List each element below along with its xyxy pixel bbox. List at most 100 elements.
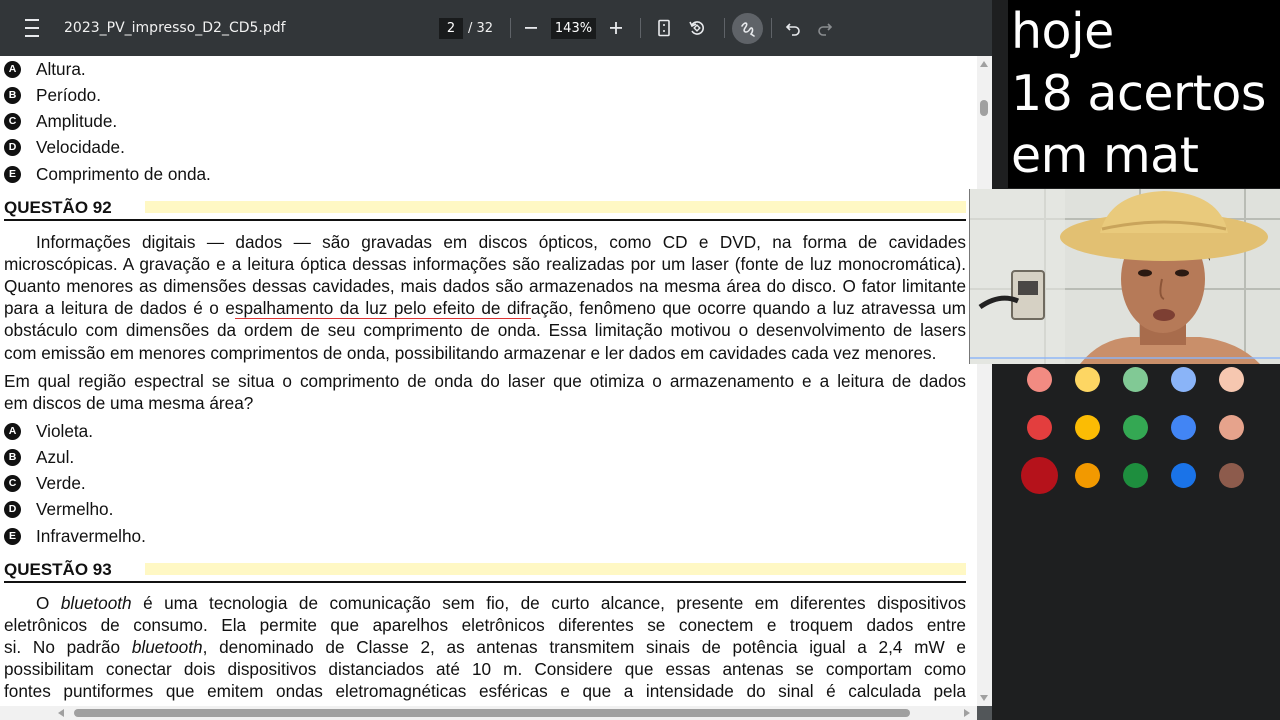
option-letter-badge: A xyxy=(4,422,21,440)
text-segment: , denominado de Classe 2, as antenas tra… xyxy=(202,637,966,657)
color-swatch-yellow[interactable] xyxy=(1075,415,1100,440)
redo-icon xyxy=(818,23,833,36)
pdf-viewport[interactable]: A Altura. B Período. C Amplitude. D Velocida… xyxy=(0,56,992,720)
option-letter-badge: E xyxy=(4,527,21,545)
option-text: Amplitude. xyxy=(36,110,118,131)
q91-option-d: D Velocidade. xyxy=(4,136,125,158)
option-letter-badge: E xyxy=(4,165,21,183)
rotate-button[interactable] xyxy=(683,14,711,42)
webcam-feed xyxy=(969,189,1280,364)
scroll-left-arrow-icon[interactable] xyxy=(58,709,64,717)
color-swatch-light-red[interactable] xyxy=(1027,367,1052,392)
toolbar-divider xyxy=(510,18,511,38)
text-segment: O xyxy=(36,593,61,613)
undo-button[interactable] xyxy=(779,14,807,42)
text-segment: ação, fenômeno que ocorre quando a luz a… xyxy=(530,298,966,318)
color-swatch-dark-red-selected[interactable] xyxy=(1021,457,1058,494)
minus-icon xyxy=(525,27,537,29)
rotate-icon xyxy=(689,21,704,35)
horizontal-scroll-thumb[interactable] xyxy=(74,709,910,717)
vertical-scroll-thumb[interactable] xyxy=(980,100,988,116)
option-text: Azul. xyxy=(36,446,75,467)
title-rule xyxy=(4,581,966,583)
option-letter-badge: D xyxy=(4,138,21,156)
color-swatch-blue[interactable] xyxy=(1171,415,1196,440)
q93-paragraph-line: si. No padrão bluetooth, denominado de C… xyxy=(4,636,966,658)
q93-paragraph-line: fontes puntiformes que emitem ondas elet… xyxy=(4,681,966,701)
q92-option-b: B Azul. xyxy=(4,446,74,468)
page-number-input[interactable]: 2 xyxy=(439,18,463,39)
pdf-page: A Altura. B Período. C Amplitude. D Velocida… xyxy=(0,56,977,706)
q93-paragraph-line: O bluetooth é uma tecnologia de comunica… xyxy=(4,592,966,614)
color-swatch-light-green[interactable] xyxy=(1123,367,1148,392)
color-swatch-green[interactable] xyxy=(1123,415,1148,440)
page-total: / 32 xyxy=(468,21,494,36)
q92-paragraph-line: Informações digitais — dados — são grava… xyxy=(36,232,966,252)
undo-icon xyxy=(785,23,800,36)
q92-paragraph-line: microscópicas. A gravação e a leitura óp… xyxy=(4,254,966,274)
color-swatch-salmon[interactable] xyxy=(1219,415,1244,440)
italic-term: bluetooth xyxy=(131,637,203,657)
option-text: Altura. xyxy=(36,58,86,79)
toolbar-divider xyxy=(771,18,772,38)
text-segment: si. No padrão xyxy=(4,637,132,657)
q92-prompt-line: Em qual região espectral se situa o comp… xyxy=(4,371,966,391)
option-text: Violeta. xyxy=(36,420,94,441)
zoom-in-button[interactable] xyxy=(602,14,630,42)
question-92-header: QUESTÃO 92 xyxy=(4,197,966,221)
question-title: QUESTÃO 92 xyxy=(4,198,112,217)
color-swatch-light-peach[interactable] xyxy=(1219,367,1244,392)
menu-icon[interactable] xyxy=(18,16,46,40)
color-swatch-dark-green[interactable] xyxy=(1123,463,1148,488)
color-swatch-red[interactable] xyxy=(1027,415,1052,440)
toolbar-divider xyxy=(724,18,725,38)
q92-option-a: A Violeta. xyxy=(4,420,93,442)
q92-option-c: C Verde. xyxy=(4,472,86,494)
option-letter-badge: C xyxy=(4,474,21,492)
option-text: Vermelho. xyxy=(36,498,114,519)
italic-term: bluetooth xyxy=(60,593,132,613)
q92-prompt-line: em discos de uma mesma área? xyxy=(4,393,254,413)
option-letter-badge: A xyxy=(4,60,21,78)
draw-annotation-button[interactable] xyxy=(732,13,763,44)
vertical-scrollbar[interactable] xyxy=(977,56,992,706)
zoom-level-input[interactable]: 143% xyxy=(551,18,596,39)
option-text: Período. xyxy=(36,84,101,105)
option-text: Verde. xyxy=(36,472,86,493)
option-text: Infravermelho. xyxy=(36,525,146,546)
q91-option-b: B Período. xyxy=(4,84,101,106)
color-swatch-light-yellow[interactable] xyxy=(1075,367,1100,392)
color-swatch-dark-blue[interactable] xyxy=(1171,463,1196,488)
pdf-toolbar: 2023_PV_impresso_D2_CD5.pdf 2 / 32 143% xyxy=(0,0,1008,56)
color-swatch-brown[interactable] xyxy=(1219,463,1244,488)
overlay-note: hoje 18 acertos em mat xyxy=(1008,0,1280,188)
fit-page-button[interactable] xyxy=(650,14,678,42)
option-text: Velocidade. xyxy=(36,136,125,157)
note-line: em mat xyxy=(1011,127,1199,184)
document-title: 2023_PV_impresso_D2_CD5.pdf xyxy=(64,20,286,36)
option-letter-badge: B xyxy=(4,86,21,104)
pen-squiggle-icon xyxy=(740,21,755,37)
redo-button[interactable] xyxy=(811,14,839,42)
q92-option-e: E Infravermelho. xyxy=(4,525,146,547)
q92-paragraph-line: obstáculo com dimensões da ordem de seu … xyxy=(4,320,966,340)
color-swatch-light-blue[interactable] xyxy=(1171,367,1196,392)
scroll-up-arrow-icon[interactable] xyxy=(980,61,988,67)
plus-icon xyxy=(610,22,622,34)
fit-page-icon xyxy=(658,19,670,37)
text-segment: é uma tecnologia de comunicação sem fio,… xyxy=(131,593,966,613)
horizontal-scrollbar[interactable] xyxy=(0,706,977,720)
text-segment: para a leitura de dados é o e xyxy=(4,298,235,318)
q93-paragraph-line: eletrônicos de consumo. Ela permite que … xyxy=(4,615,966,635)
note-line: 18 acertos xyxy=(1011,65,1266,122)
scroll-right-arrow-icon[interactable] xyxy=(964,709,970,717)
option-letter-badge: D xyxy=(4,500,21,518)
scroll-down-arrow-icon[interactable] xyxy=(980,695,988,701)
toolbar-divider xyxy=(640,18,641,38)
red-pen-underline: spalhamento da luz pelo efeito de difr xyxy=(234,298,531,319)
q92-option-d: D Vermelho. xyxy=(4,498,113,520)
question-title: QUESTÃO 93 xyxy=(4,560,112,579)
color-swatch-orange[interactable] xyxy=(1075,463,1100,488)
zoom-out-button[interactable] xyxy=(517,14,545,42)
q91-option-a: A Altura. xyxy=(4,58,86,80)
